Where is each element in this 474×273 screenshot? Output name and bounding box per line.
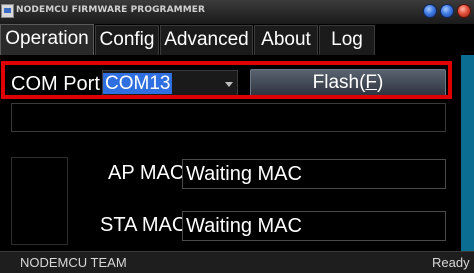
qr-image-box xyxy=(11,157,68,245)
close-button[interactable] xyxy=(457,4,471,18)
sta-mac-label: STA MAC xyxy=(100,214,187,236)
tab-about[interactable]: About xyxy=(254,25,318,55)
firmware-path-field[interactable] xyxy=(11,103,446,132)
maximize-button[interactable] xyxy=(440,4,454,18)
ap-mac-field: Waiting MAC xyxy=(182,159,446,189)
minimize-button[interactable] xyxy=(423,4,437,18)
app-icon xyxy=(1,4,14,18)
ap-mac-label: AP MAC xyxy=(108,162,185,184)
tab-log[interactable]: Log xyxy=(319,25,375,55)
tab-config[interactable]: Config xyxy=(95,25,159,55)
tab-operation[interactable]: Operation xyxy=(0,24,94,55)
side-stripe xyxy=(461,55,474,251)
tab-bar: Operation Config Advanced About Log xyxy=(0,24,474,55)
status-bar: NODEMCU TEAM Ready xyxy=(0,251,474,273)
highlight-box xyxy=(1,61,452,99)
title-bar: NODEMCU FIRMWARE PROGRAMMER xyxy=(0,0,474,25)
status-team: NODEMCU TEAM xyxy=(20,255,127,270)
tab-advanced[interactable]: Advanced xyxy=(160,25,253,55)
status-ready: Ready xyxy=(432,255,470,270)
window-title: NODEMCU FIRMWARE PROGRAMMER xyxy=(16,5,206,15)
sta-mac-field: Waiting MAC xyxy=(182,211,446,241)
